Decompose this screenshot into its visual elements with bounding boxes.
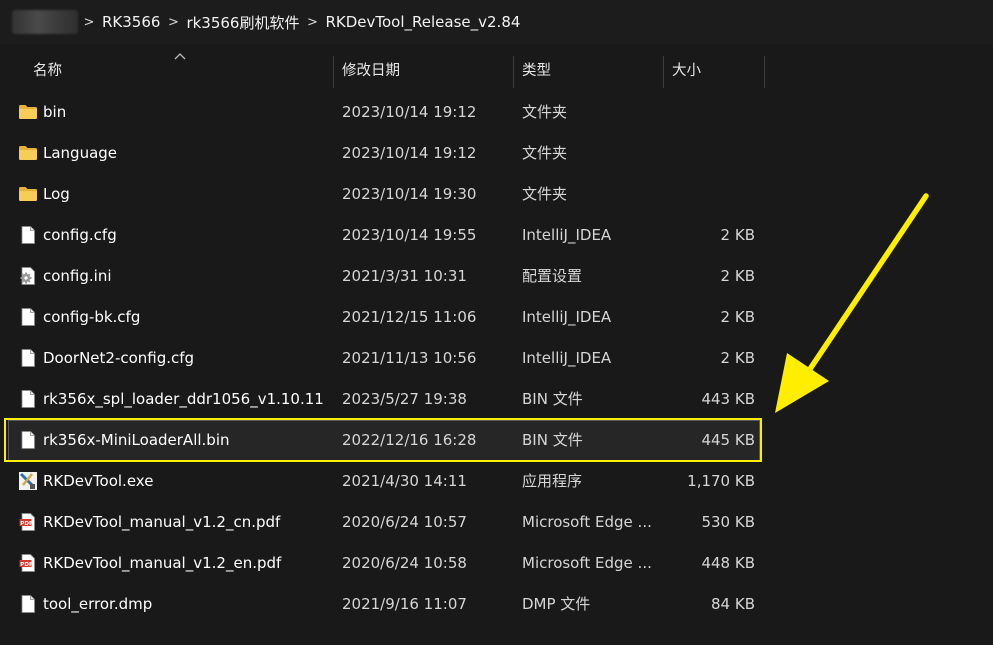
file-size: 2 KB bbox=[720, 349, 755, 367]
file-icon bbox=[18, 594, 38, 614]
pdf-icon: PDF bbox=[18, 553, 38, 573]
file-date: 2021/11/13 10:56 bbox=[342, 349, 477, 367]
file-type: Microsoft Edge ... bbox=[522, 513, 652, 531]
file-row-selected[interactable]: rk356x-MiniLoaderAll.bin 2022/12/16 16:28… bbox=[8, 420, 760, 461]
file-name: config.ini bbox=[43, 267, 112, 285]
file-row[interactable]: tool_error.dmp 2021/9/16 11:07 DMP 文件 84 KB bbox=[8, 584, 760, 625]
file-size: 2 KB bbox=[720, 267, 755, 285]
column-divider[interactable] bbox=[333, 56, 334, 88]
breadcrumb-item-rk3566[interactable]: RK3566 bbox=[100, 13, 162, 31]
file-date: 2023/10/14 19:30 bbox=[342, 185, 477, 203]
file-type: Microsoft Edge ... bbox=[522, 554, 652, 572]
file-date: 2022/12/16 16:28 bbox=[342, 431, 477, 449]
file-date: 2020/6/24 10:57 bbox=[342, 513, 467, 531]
file-icon bbox=[18, 307, 38, 327]
chevron-right-icon: > bbox=[307, 14, 318, 30]
chevron-right-icon: > bbox=[167, 14, 179, 30]
file-row[interactable]: config.cfg 2023/10/14 19:55 IntelliJ_IDEA 2… bbox=[8, 215, 760, 256]
file-name: DoorNet2-config.cfg bbox=[43, 349, 195, 367]
column-header-size[interactable]: 大小 bbox=[672, 52, 701, 90]
file-size: 530 KB bbox=[701, 513, 755, 531]
file-date: 2023/10/14 19:55 bbox=[342, 226, 477, 244]
file-icon bbox=[18, 430, 38, 450]
file-row[interactable]: config-bk.cfg 2021/12/15 11:06 IntelliJ_ID… bbox=[8, 297, 760, 338]
svg-text:PDF: PDF bbox=[20, 521, 33, 527]
column-divider[interactable] bbox=[513, 56, 514, 88]
file-size bbox=[664, 133, 755, 174]
file-row[interactable]: Language 2023/10/14 19:12 文件夹 bbox=[8, 133, 760, 174]
file-type: BIN 文件 bbox=[522, 431, 583, 449]
file-row[interactable]: PDF RKDevTool_manual_v1.2_en.pdf 2020/6/24… bbox=[8, 543, 760, 584]
file-date: 2021/3/31 10:31 bbox=[342, 267, 467, 285]
file-size: 2 KB bbox=[720, 226, 755, 244]
file-date: 2021/4/30 14:11 bbox=[342, 472, 467, 490]
file-type: BIN 文件 bbox=[522, 390, 583, 408]
column-header-name[interactable]: 名称 bbox=[33, 52, 62, 90]
file-date: 2021/9/16 11:07 bbox=[342, 595, 467, 613]
column-header-type[interactable]: 类型 bbox=[522, 52, 551, 90]
file-name: RKDevTool_manual_v1.2_en.pdf bbox=[43, 554, 282, 572]
file-row[interactable]: RKDevTool.exe 2021/4/30 14:11 应用程序 1,170 KB bbox=[8, 461, 760, 502]
file-type: IntelliJ_IDEA bbox=[522, 226, 612, 244]
file-icon bbox=[18, 389, 38, 409]
file-name: tool_error.dmp bbox=[43, 595, 153, 613]
file-row[interactable]: rk356x_spl_loader_ddr1056_v1.10.11... 202… bbox=[8, 379, 760, 420]
folder-icon bbox=[18, 143, 38, 163]
file-type: 文件夹 bbox=[522, 144, 568, 162]
file-type: IntelliJ_IDEA bbox=[522, 349, 612, 367]
file-size: 2 KB bbox=[720, 308, 755, 326]
file-row[interactable]: bin 2023/10/14 19:12 文件夹 bbox=[8, 92, 760, 133]
file-name: RKDevTool_manual_v1.2_cn.pdf bbox=[43, 513, 281, 531]
file-name: rk356x_spl_loader_ddr1056_v1.10.11... bbox=[43, 390, 325, 408]
exe-icon bbox=[18, 471, 38, 491]
file-type: DMP 文件 bbox=[522, 595, 591, 613]
file-name: bin bbox=[43, 103, 67, 121]
sort-ascending-icon bbox=[174, 53, 186, 60]
file-size: 443 KB bbox=[701, 390, 755, 408]
file-size: 1,170 KB bbox=[687, 472, 755, 490]
file-row[interactable]: config.ini 2021/3/31 10:31 配置设置 2 KB bbox=[8, 256, 760, 297]
file-name: Language bbox=[43, 144, 118, 162]
file-type: 应用程序 bbox=[522, 472, 583, 490]
column-divider[interactable] bbox=[663, 56, 664, 88]
pdf-icon: PDF bbox=[18, 512, 38, 532]
chevron-right-icon: > bbox=[83, 14, 95, 30]
file-name: rk356x-MiniLoaderAll.bin bbox=[43, 431, 230, 449]
file-type: IntelliJ_IDEA bbox=[522, 308, 612, 326]
file-name: config.cfg bbox=[43, 226, 117, 244]
file-size bbox=[664, 174, 755, 215]
file-date: 2020/6/24 10:58 bbox=[342, 554, 467, 572]
file-size: 448 KB bbox=[701, 554, 755, 572]
file-size: 84 KB bbox=[711, 595, 755, 613]
file-icon bbox=[18, 225, 38, 245]
svg-text:PDF: PDF bbox=[20, 562, 33, 568]
file-row[interactable]: PDF RKDevTool_manual_v1.2_cn.pdf 2020/6/24… bbox=[8, 502, 760, 543]
redacted-path-segment bbox=[12, 10, 78, 34]
file-type: 文件夹 bbox=[522, 103, 568, 121]
settings-file-icon bbox=[18, 266, 38, 286]
column-divider[interactable] bbox=[764, 56, 765, 88]
file-date: 2023/5/27 19:38 bbox=[342, 390, 467, 408]
file-name: Log bbox=[43, 185, 70, 203]
file-date: 2023/10/14 19:12 bbox=[342, 144, 477, 162]
column-header-row: 名称 修改日期 类型 大小 bbox=[0, 52, 993, 90]
file-type: 配置设置 bbox=[522, 267, 583, 285]
folder-icon bbox=[18, 102, 38, 122]
breadcrumb-item-current-folder[interactable]: RKDevTool_Release_v2.84 bbox=[323, 13, 522, 31]
address-breadcrumb: > RK3566 > rk3566刷机软件 > RKDevTool_Releas… bbox=[0, 0, 993, 44]
column-header-date[interactable]: 修改日期 bbox=[342, 52, 400, 90]
breadcrumb-item-flash-software[interactable]: rk3566刷机软件 bbox=[184, 12, 301, 33]
file-name: RKDevTool.exe bbox=[43, 472, 154, 490]
file-date: 2021/12/15 11:06 bbox=[342, 308, 477, 326]
file-icon bbox=[18, 348, 38, 368]
file-type: 文件夹 bbox=[522, 185, 568, 203]
file-row[interactable]: Log 2023/10/14 19:30 文件夹 bbox=[8, 174, 760, 215]
folder-icon bbox=[18, 184, 38, 204]
file-size bbox=[664, 92, 755, 133]
file-name: config-bk.cfg bbox=[43, 308, 141, 326]
file-date: 2023/10/14 19:12 bbox=[342, 103, 477, 121]
file-row[interactable]: DoorNet2-config.cfg 2021/11/13 10:56 Intel… bbox=[8, 338, 760, 379]
file-size: 445 KB bbox=[701, 431, 755, 449]
